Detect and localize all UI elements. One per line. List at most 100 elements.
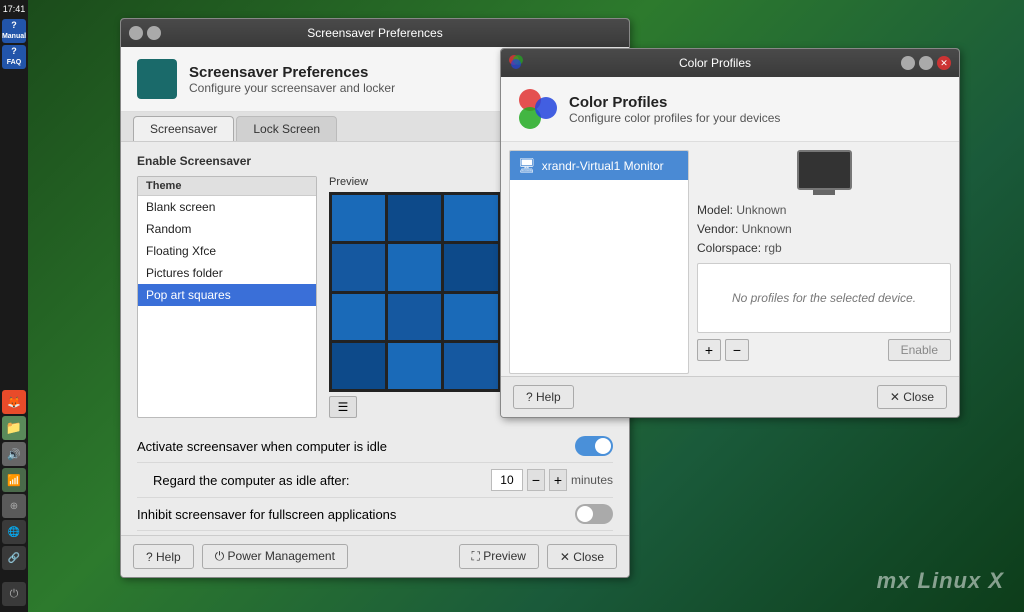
no-profiles-text: No profiles for the selected device. bbox=[732, 291, 916, 305]
blue-circle bbox=[535, 97, 557, 119]
device-list: 🖥 xrandr-Virtual1 Monitor bbox=[509, 150, 689, 374]
preview-cell bbox=[332, 294, 385, 340]
color-help-button[interactable]: ? Help bbox=[513, 385, 574, 409]
usb-icon[interactable]: ⊕ bbox=[2, 494, 26, 518]
idle-increment-button[interactable]: + bbox=[549, 469, 567, 491]
color-titlebar: Color Profiles ✕ bbox=[501, 49, 959, 77]
activate-idle-toggle[interactable] bbox=[575, 436, 613, 456]
screensaver-footer-right: ⛶ Preview ✕ Close bbox=[459, 544, 618, 569]
color-circles bbox=[517, 89, 557, 129]
screensaver-header-text: Screensaver Preferences Configure your s… bbox=[189, 64, 395, 95]
theme-floating-xfce[interactable]: Floating Xfce bbox=[138, 240, 316, 262]
preview-cell bbox=[388, 294, 441, 340]
link-icon[interactable]: 🔗 bbox=[2, 546, 26, 570]
preview-cell bbox=[444, 294, 497, 340]
idle-spinner: − + minutes bbox=[491, 469, 613, 491]
preview-cell bbox=[444, 343, 497, 389]
color-header-subtitle: Configure color profiles for your device… bbox=[569, 111, 780, 125]
preview-cell bbox=[332, 244, 385, 290]
tab-screensaver[interactable]: Screensaver bbox=[133, 116, 234, 141]
model-row: Model: Unknown bbox=[697, 201, 951, 220]
taskbar-left: 17:41 ?Manual ?FAQ 🦊 📁 🔊 📶 ⊕ 🌐 🔗 ⏻ bbox=[0, 0, 28, 612]
color-close-btn[interactable]: ✕ Close bbox=[877, 385, 947, 409]
profile-actions: + − Enable bbox=[697, 339, 951, 361]
model-value: Unknown bbox=[736, 203, 786, 217]
tab-lock-screen[interactable]: Lock Screen bbox=[236, 116, 337, 141]
device-info-panel: Model: Unknown Vendor: Unknown Colorspac… bbox=[697, 150, 951, 374]
power-management-button[interactable]: ⏻ Power Management bbox=[202, 544, 348, 569]
minutes-label: minutes bbox=[571, 473, 613, 487]
inhibit-toggle[interactable] bbox=[575, 504, 613, 524]
device-name-label: xrandr-Virtual1 Monitor bbox=[542, 159, 664, 173]
theme-pictures-folder[interactable]: Pictures folder bbox=[138, 262, 316, 284]
theme-manage-button[interactable]: ☰ bbox=[329, 396, 357, 418]
device-item-monitor[interactable]: 🖥 xrandr-Virtual1 Monitor bbox=[510, 151, 688, 180]
preview-cell bbox=[388, 195, 441, 241]
color-maximize-button[interactable] bbox=[919, 56, 933, 70]
color-footer: ? Help ✕ Close bbox=[501, 376, 959, 417]
add-profile-button[interactable]: + bbox=[697, 339, 721, 361]
screensaver-maximize-button[interactable] bbox=[147, 26, 161, 40]
vendor-row: Vendor: Unknown bbox=[697, 220, 951, 239]
preview-cell bbox=[332, 195, 385, 241]
theme-col-label: Theme bbox=[146, 180, 181, 192]
device-image bbox=[697, 150, 951, 195]
vendor-value: Unknown bbox=[742, 222, 792, 236]
theme-blank-screen[interactable]: Blank screen bbox=[138, 196, 316, 218]
enable-profile-button[interactable]: Enable bbox=[888, 339, 951, 361]
monitor-thumbnail bbox=[797, 150, 852, 190]
activate-idle-row: Activate screensaver when computer is id… bbox=[137, 430, 613, 463]
clock-display: 17:41 bbox=[3, 2, 26, 17]
theme-list-header: Theme bbox=[138, 177, 316, 196]
preview-cell bbox=[388, 244, 441, 290]
remove-profile-button[interactable]: − bbox=[725, 339, 749, 361]
screensaver-preview-button[interactable]: ⛶ Preview bbox=[459, 544, 539, 569]
inhibit-row: Inhibit screensaver for fullscreen appli… bbox=[137, 498, 613, 531]
screensaver-minimize-button[interactable] bbox=[129, 26, 143, 40]
volume-icon[interactable]: 🔊 bbox=[2, 442, 26, 466]
globe-icon[interactable]: 🌐 bbox=[2, 520, 26, 544]
color-minimize-button[interactable] bbox=[901, 56, 915, 70]
theme-random[interactable]: Random bbox=[138, 218, 316, 240]
faq-icon[interactable]: ?FAQ bbox=[2, 45, 26, 69]
idle-decrement-button[interactable]: − bbox=[527, 469, 545, 491]
idle-after-row: Regard the computer as idle after: − + m… bbox=[137, 463, 613, 498]
color-profiles-window: Color Profiles ✕ Color Profiles Configur… bbox=[500, 48, 960, 418]
device-meta: Model: Unknown Vendor: Unknown Colorspac… bbox=[697, 201, 951, 259]
files-icon[interactable]: 📁 bbox=[2, 416, 26, 440]
color-header: Color Profiles Configure color profiles … bbox=[501, 77, 959, 142]
idle-value-input[interactable] bbox=[491, 469, 523, 491]
mx-watermark: mx Linux X bbox=[877, 568, 1004, 594]
color-app-icon bbox=[517, 89, 557, 129]
preview-cell bbox=[444, 244, 497, 290]
power-icon[interactable]: ⏻ bbox=[2, 582, 26, 606]
network-icon[interactable]: 📶 bbox=[2, 468, 26, 492]
inhibit-label: Inhibit screensaver for fullscreen appli… bbox=[137, 507, 396, 522]
screensaver-help-button[interactable]: ? Help bbox=[133, 544, 194, 569]
screensaver-header-subtitle: Configure your screensaver and locker bbox=[189, 81, 395, 95]
screensaver-window-controls bbox=[129, 26, 161, 40]
manual-icon[interactable]: ?Manual bbox=[2, 19, 26, 43]
idle-section: Activate screensaver when computer is id… bbox=[137, 430, 613, 531]
colorspace-value: rgb bbox=[764, 241, 781, 255]
theme-list: Theme Blank screen Random Floating Xfce … bbox=[137, 176, 317, 418]
color-window-icon bbox=[509, 55, 529, 72]
idle-after-label: Regard the computer as idle after: bbox=[153, 473, 350, 488]
color-body: 🖥 xrandr-Virtual1 Monitor Model: Unknown… bbox=[501, 142, 959, 382]
colorspace-row: Colorspace: rgb bbox=[697, 239, 951, 258]
color-header-text: Color Profiles Configure color profiles … bbox=[569, 94, 780, 125]
profiles-panel: No profiles for the selected device. bbox=[697, 263, 951, 333]
screensaver-titlebar: Screensaver Preferences bbox=[121, 19, 629, 47]
theme-pop-art-squares[interactable]: Pop art squares bbox=[138, 284, 316, 306]
preview-cell bbox=[388, 343, 441, 389]
firefox-icon[interactable]: 🦊 bbox=[2, 390, 26, 414]
preview-cell bbox=[332, 343, 385, 389]
color-close-button[interactable]: ✕ bbox=[937, 56, 951, 70]
activate-idle-label: Activate screensaver when computer is id… bbox=[137, 439, 387, 454]
color-window-title: Color Profiles bbox=[529, 56, 901, 70]
screensaver-close-button[interactable]: ✕ Close bbox=[547, 544, 617, 569]
monitor-icon: 🖥 bbox=[518, 157, 536, 174]
preview-cell bbox=[444, 195, 497, 241]
screensaver-header-title: Screensaver Preferences bbox=[189, 64, 395, 81]
screensaver-footer-left: ? Help ⏻ Power Management bbox=[133, 544, 348, 569]
